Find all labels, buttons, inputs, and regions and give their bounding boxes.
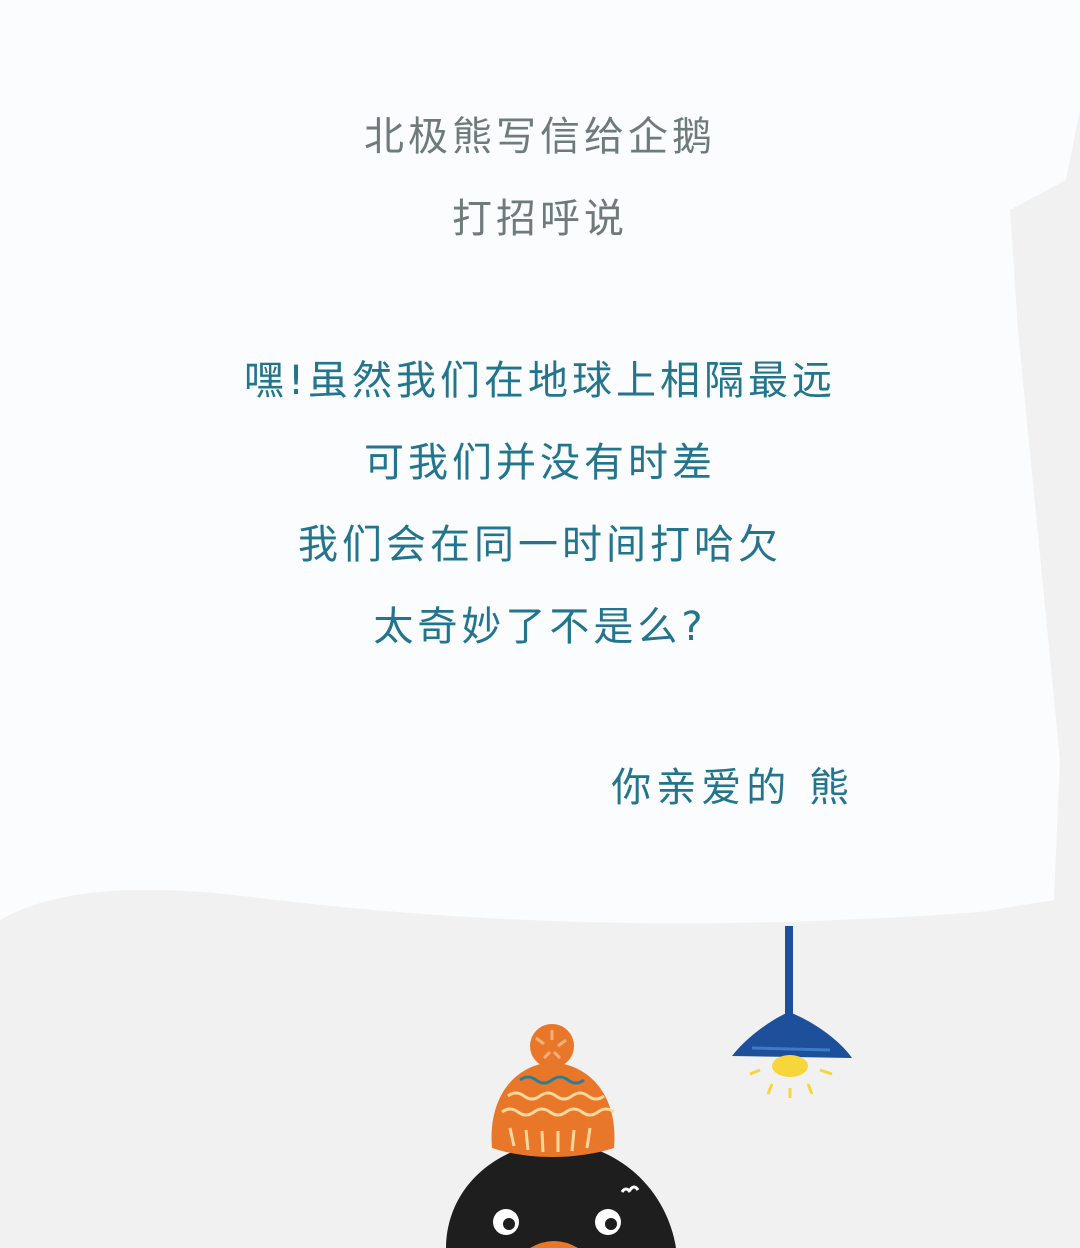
letter-line-4: 太奇妙了不是么? [373, 604, 707, 650]
hanging-lamp-icon [732, 926, 852, 1098]
lamp-shade [732, 1012, 852, 1058]
letter-line-2: 可我们并没有时差 [364, 440, 716, 486]
heading-line-1: 北极熊写信给企鹅 [364, 114, 716, 160]
letter-heading: 北极熊写信给企鹅 打招呼说 [0, 96, 1080, 260]
heading-line-2: 打招呼说 [452, 196, 628, 242]
letter-line-1: 嘿!虽然我们在地球上相隔最远 [243, 358, 837, 404]
letter-line-3: 我们会在同一时间打哈欠 [298, 522, 782, 568]
letter-body: 嘿!虽然我们在地球上相隔最远 可我们并没有时差 我们会在同一时间打哈欠 太奇妙了… [0, 340, 1080, 668]
letter-page: 北极熊写信给企鹅 打招呼说 嘿!虽然我们在地球上相隔最远 可我们并没有时差 我们… [0, 0, 1080, 1248]
letter-signature: 你亲爱的 熊 [611, 765, 854, 811]
lamp-cord [785, 926, 793, 1026]
knit-hat-icon [491, 1024, 615, 1157]
lamp-bulb [772, 1055, 808, 1077]
